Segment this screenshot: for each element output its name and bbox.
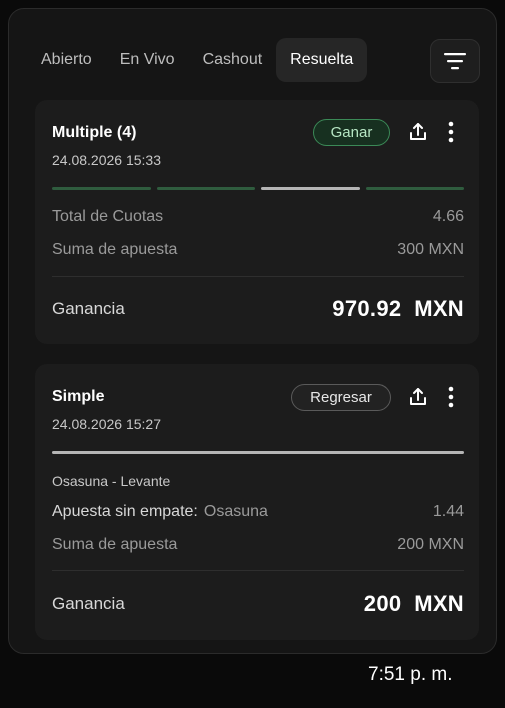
leg-segment [365, 187, 464, 190]
total-odds-label: Total de Cuotas [52, 208, 164, 225]
gain-label: Ganancia [52, 299, 125, 318]
leg-segment [156, 187, 255, 190]
pick-name: Osasuna [203, 503, 268, 520]
event-name: Osasuna - Levante [52, 473, 171, 489]
bet-card-simple[interactable]: Simple 24.08.2026 15:27 Regresar Osasuna… [35, 364, 479, 640]
bet-title: Multiple (4) [52, 124, 137, 141]
bet-title: Simple [52, 388, 105, 405]
bets-panel: Abierto En Vivo Cashout Resuelta Multipl… [8, 8, 497, 654]
market-label: Apuesta sin empate: [52, 503, 198, 520]
stake-value: 300 MXN [397, 241, 464, 258]
share-icon [410, 123, 426, 140]
more-vertical-icon [448, 121, 454, 143]
bet-card-multiple[interactable]: Multiple (4) 24.08.2026 15:33 Ganar Tota… [35, 100, 479, 344]
divider [52, 570, 464, 571]
leg-segment [261, 187, 360, 190]
bet-date: 24.08.2026 15:27 [52, 416, 161, 432]
more-vertical-icon [448, 386, 454, 408]
gain-value: 970.92 MXN [332, 296, 464, 321]
gain-row: Ganancia 970.92 MXN [52, 296, 464, 322]
status-time: 7:51 p. m. [368, 664, 453, 685]
leg-progress-bar [52, 451, 464, 454]
legs-progress [52, 187, 464, 190]
stake-label: Suma de apuesta [52, 536, 178, 553]
tab-cashout[interactable]: Cashout [189, 38, 277, 82]
share-icon [410, 388, 426, 405]
more-options-button[interactable] [440, 384, 462, 410]
share-button[interactable] [407, 119, 429, 145]
selection-row: Apuesta sin empate: Osasuna 1.44 [52, 503, 464, 521]
more-options-button[interactable] [440, 119, 462, 145]
gain-label: Ganancia [52, 594, 125, 613]
tab-abierto[interactable]: Abierto [27, 38, 106, 82]
gain-value: 200 MXN [363, 591, 464, 616]
stake-value: 200 MXN [397, 536, 464, 553]
status-badge-win: Ganar [313, 119, 390, 146]
tab-en-vivo[interactable]: En Vivo [106, 38, 189, 82]
bet-date: 24.08.2026 15:33 [52, 152, 161, 168]
divider [52, 276, 464, 277]
leg-segment [52, 187, 151, 190]
filter-lines-icon [444, 53, 466, 70]
bet-status-tabs: Abierto En Vivo Cashout Resuelta [27, 37, 482, 83]
selection: Apuesta sin empate: Osasuna [52, 503, 268, 521]
stake-row: Suma de apuesta 200 MXN [52, 536, 464, 554]
status-badge-return: Regresar [291, 384, 391, 411]
stake-row: Suma de apuesta 300 MXN [52, 241, 464, 259]
total-odds-value: 4.66 [432, 208, 464, 225]
selection-odds: 1.44 [432, 503, 464, 520]
stake-label: Suma de apuesta [52, 241, 178, 258]
total-odds-row: Total de Cuotas 4.66 [52, 208, 464, 226]
tab-resuelta[interactable]: Resuelta [276, 38, 368, 82]
gain-row: Ganancia 200 MXN [52, 591, 464, 617]
share-button[interactable] [407, 384, 429, 410]
filter-button[interactable] [430, 39, 480, 83]
